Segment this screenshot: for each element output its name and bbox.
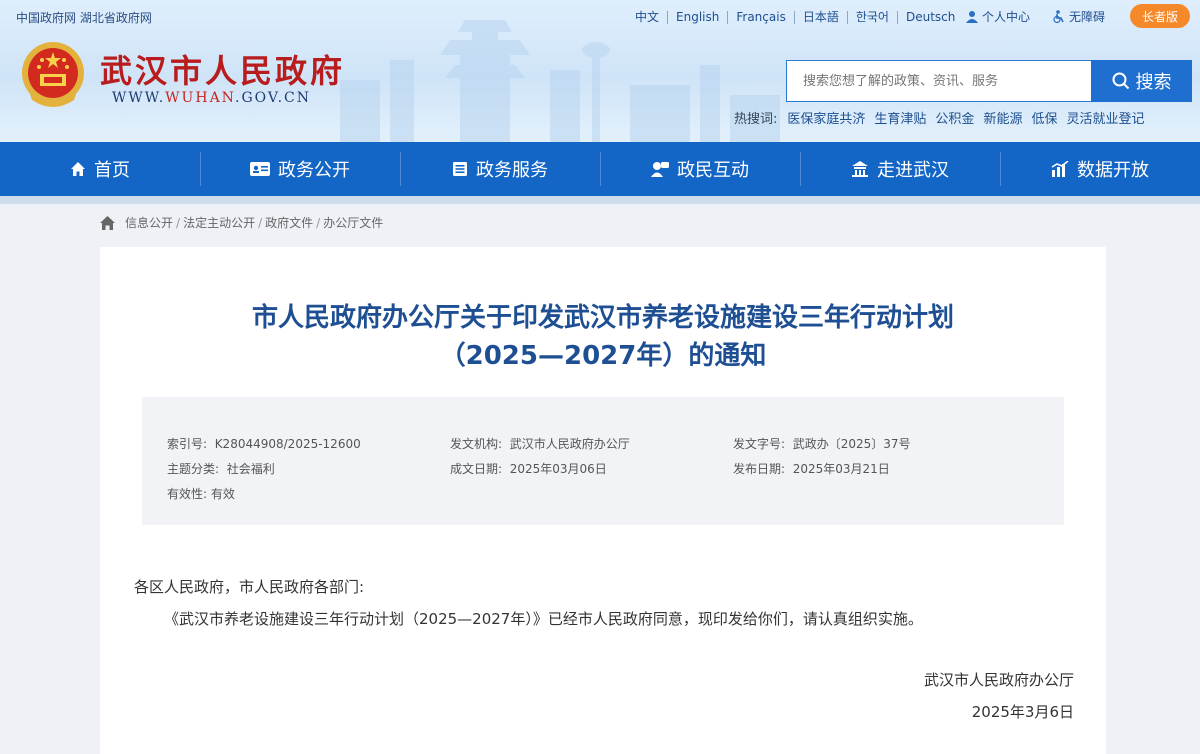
meta-doc-no: 发文字号: 武政办〔2025〕37号: [733, 435, 911, 452]
hot-term[interactable]: 灵活就业登记: [1066, 108, 1144, 127]
meta-label: 索引号:: [167, 437, 208, 451]
meta-label: 成文日期:: [450, 462, 503, 476]
main-nav: 首页 政务公开 政务服务 政民互动 走进武汉 数据开放: [0, 142, 1200, 196]
article-panel: 市人民政府办公厅关于印发武汉市养老设施建设三年行动计划 （2025—2027年）…: [100, 247, 1106, 754]
title-line-1: 市人民政府办公厅关于印发武汉市养老设施建设三年行动计划: [251, 303, 954, 333]
meta-value: 社会福利: [226, 462, 275, 476]
hot-term[interactable]: 生育津贴: [874, 108, 926, 127]
chart-icon: [1051, 161, 1069, 177]
id-card-icon: [250, 162, 270, 176]
meta-value: 武政办〔2025〕37号: [792, 437, 911, 451]
hot-term[interactable]: 低保: [1031, 108, 1057, 127]
hot-term[interactable]: 医保家庭共济: [787, 108, 865, 127]
hot-term[interactable]: 公积金: [935, 108, 974, 127]
meta-topic: 主题分类: 社会福利: [167, 460, 275, 477]
lang-chinese[interactable]: 中文: [627, 10, 669, 24]
site-url: WWW.WUHAN.GOV.CN: [112, 90, 311, 106]
nav-open-data-label: 数据开放: [1077, 160, 1149, 181]
nav-divider: [0, 196, 1200, 204]
nav-about-wuhan[interactable]: 走进武汉: [800, 142, 1000, 196]
url-highlight: WUHAN: [165, 90, 236, 106]
nav-about-wuhan-label: 走进武汉: [877, 160, 949, 181]
home-icon: [100, 215, 115, 230]
article-title: 市人民政府办公厅关于印发武汉市养老设施建设三年行动计划 （2025—2027年）…: [100, 299, 1106, 375]
hot-search: 热搜词: 医保家庭共济 生育津贴 公积金 新能源 低保 灵活就业登记: [734, 108, 1153, 127]
nav-gov-affairs-open[interactable]: 政务公开: [200, 142, 400, 196]
national-emblem-icon: [22, 42, 84, 107]
meta-label: 有效性:: [167, 487, 208, 501]
breadcrumb-separator: /: [316, 215, 321, 230]
nav-gov-services-label: 政务服务: [476, 160, 548, 181]
lang-german[interactable]: Deutsch: [898, 10, 963, 24]
skyline-illustration: [340, 20, 780, 142]
meta-value: 2025年03月21日: [792, 462, 890, 476]
user-links: 个人中心 无障碍: [966, 8, 1127, 25]
accessibility-label: 无障碍: [1069, 10, 1106, 24]
home-icon: [71, 162, 85, 176]
language-bar: 中文 English Français 日本語 한국어 Deutsch: [627, 8, 963, 26]
nav-home-label: 首页: [94, 160, 130, 181]
search-input[interactable]: [787, 61, 1092, 101]
meta-label: 主题分类:: [167, 462, 220, 476]
nav-interaction-label: 政民互动: [677, 160, 749, 181]
top-links: 中国政府网 湖北省政府网: [16, 9, 152, 26]
url-suffix: .GOV.CN: [235, 90, 311, 106]
gov-cn-link[interactable]: 中国政府网: [16, 11, 76, 25]
meta-created: 成文日期: 2025年03月06日: [450, 460, 607, 477]
lang-french[interactable]: Français: [728, 10, 795, 24]
breadcrumb: 信息公开 / 法定主动公开 / 政府文件 / 办公厅文件: [100, 214, 383, 231]
breadcrumb-separator: /: [176, 215, 181, 230]
lang-japanese[interactable]: 日本語: [795, 10, 848, 24]
hot-search-label: 热搜词:: [734, 112, 778, 127]
accessibility-icon: [1053, 10, 1064, 23]
meta-published: 发布日期: 2025年03月21日: [733, 460, 890, 477]
accessibility-link[interactable]: 无障碍: [1052, 8, 1105, 25]
meta-validity: 有效性: 有效: [167, 485, 235, 502]
nav-interaction[interactable]: 政民互动: [600, 142, 800, 196]
salutation: 各区人民政府，市人民政府各部门:: [134, 578, 365, 596]
meta-value: 武汉市人民政府办公厅: [509, 437, 630, 451]
breadcrumb-item[interactable]: 法定主动公开: [183, 214, 255, 231]
user-icon: [966, 11, 978, 23]
meta-label: 发布日期:: [733, 462, 786, 476]
elder-mode-button[interactable]: 长者版: [1130, 4, 1190, 28]
meta-value: 有效: [210, 487, 235, 501]
breadcrumb-item[interactable]: 信息公开: [125, 214, 173, 231]
hot-term[interactable]: 新能源: [983, 108, 1022, 127]
title-line-2: （2025—2027年）的通知: [439, 341, 767, 371]
search-icon: [1112, 72, 1129, 90]
meta-value: K28044908/2025-12600: [214, 437, 361, 451]
building-icon: [852, 161, 868, 177]
lang-english[interactable]: English: [668, 10, 729, 24]
nav-home[interactable]: 首页: [0, 142, 200, 196]
meta-value: 2025年03月06日: [509, 462, 607, 476]
breadcrumb-item[interactable]: 政府文件: [265, 214, 313, 231]
meta-issuer: 发文机构: 武汉市人民政府办公厅: [450, 435, 630, 452]
url-prefix: WWW.: [112, 90, 166, 106]
document-meta: 索引号: K28044908/2025-12600 发文机构: 武汉市人民政府办…: [142, 397, 1064, 525]
personal-center-link[interactable]: 个人中心: [966, 8, 1030, 25]
nav-open-data[interactable]: 数据开放: [1000, 142, 1200, 196]
search-button[interactable]: 搜索: [1091, 60, 1192, 102]
nav-gov-services[interactable]: 政务服务: [400, 142, 600, 196]
site-header: 中国政府网 湖北省政府网 中文 English Français 日本語 한국어…: [0, 0, 1200, 142]
nav-gov-affairs-open-label: 政务公开: [278, 160, 350, 181]
site-name: 武汉市人民政府: [100, 52, 346, 90]
briefcase-icon: [453, 162, 467, 176]
chat-icon: [651, 162, 669, 177]
signature: 武汉市人民政府办公厅: [923, 671, 1074, 689]
search-button-label: 搜索: [1135, 72, 1172, 93]
meta-label: 发文字号:: [733, 437, 786, 451]
meta-index-no: 索引号: K28044908/2025-12600: [167, 435, 361, 452]
breadcrumb-separator: /: [258, 215, 263, 230]
signature-date: 2025年3月6日: [971, 703, 1074, 721]
hubei-gov-link[interactable]: 湖北省政府网: [80, 11, 152, 25]
personal-center-label: 个人中心: [982, 10, 1031, 24]
meta-label: 发文机构:: [450, 437, 503, 451]
body-paragraph: 《武汉市养老设施建设三年行动计划（2025—2027年）》已经市人民政府同意，现…: [164, 610, 923, 628]
lang-korean[interactable]: 한국어: [848, 10, 898, 24]
breadcrumb-item[interactable]: 办公厅文件: [323, 214, 383, 231]
search-box: [786, 60, 1092, 102]
